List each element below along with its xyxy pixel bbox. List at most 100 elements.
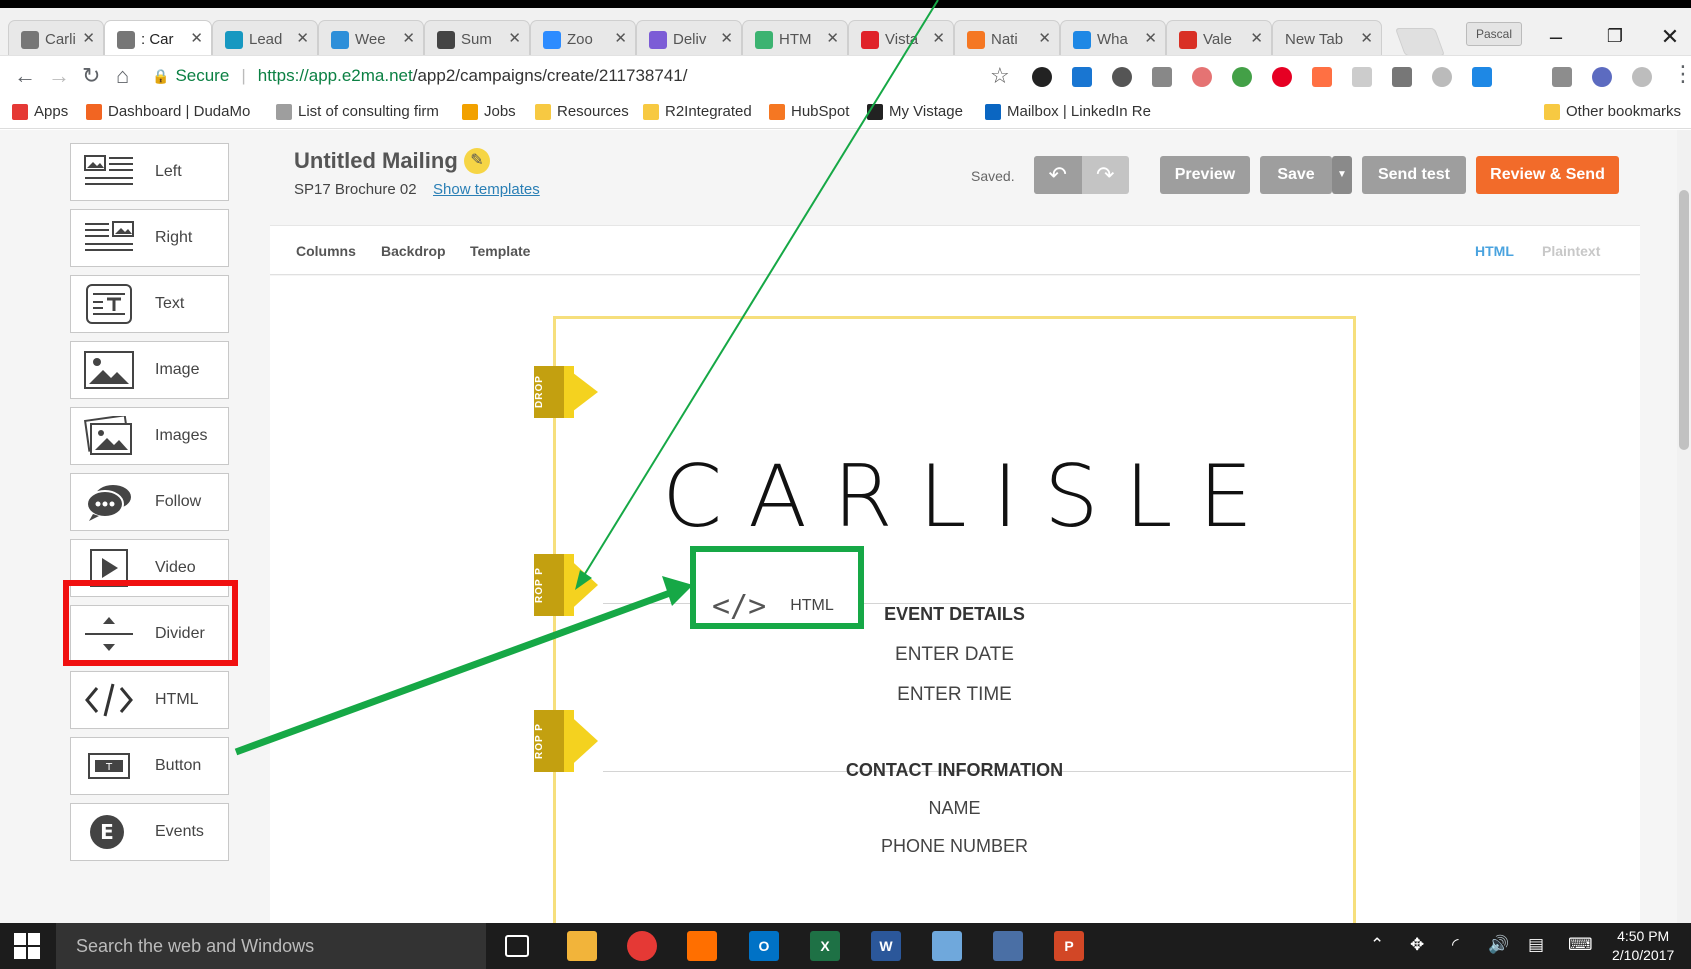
show-templates-link[interactable]: Show templates bbox=[433, 181, 540, 198]
browser-tab[interactable]: Lead ✕ bbox=[212, 20, 318, 58]
extension-icon[interactable] bbox=[1432, 67, 1452, 87]
tab-close-icon[interactable]: ✕ bbox=[508, 29, 521, 47]
powerpoint-icon[interactable]: P bbox=[1054, 931, 1084, 961]
browser-tab[interactable]: Wha ✕ bbox=[1060, 20, 1166, 58]
redo-icon[interactable]: ↷ bbox=[1082, 156, 1130, 194]
save-button[interactable]: Save bbox=[1260, 156, 1332, 194]
browser-tab[interactable]: Sum ✕ bbox=[424, 20, 530, 58]
keyboard-icon[interactable]: ⌨ bbox=[1568, 935, 1593, 955]
bookmark-item[interactable]: R2Integrated bbox=[643, 103, 752, 120]
download-extension-icon[interactable] bbox=[1072, 67, 1092, 87]
url-bar[interactable]: 🔒 Secure | https://app.e2ma.net/app2/cam… bbox=[152, 61, 1022, 91]
tab-html[interactable]: HTML bbox=[1475, 243, 1514, 259]
evernote-extension-icon[interactable] bbox=[1232, 67, 1252, 87]
tab-close-icon[interactable]: ✕ bbox=[932, 29, 945, 47]
extension-icon[interactable] bbox=[1552, 67, 1572, 87]
name-text[interactable]: NAME bbox=[553, 798, 1356, 819]
block-left[interactable]: Left bbox=[70, 143, 229, 201]
block-images[interactable]: Images bbox=[70, 407, 229, 465]
save-dropdown-icon[interactable]: ▼ bbox=[1332, 156, 1352, 194]
bookmark-item[interactable]: Apps bbox=[12, 103, 68, 120]
tab-backdrop[interactable]: Backdrop bbox=[381, 243, 446, 259]
browser-tab[interactable]: : Car ✕ bbox=[104, 20, 212, 58]
bookmark-item[interactable]: My Vistage bbox=[867, 103, 963, 120]
tab-close-icon[interactable]: ✕ bbox=[614, 29, 627, 47]
new-tab-button[interactable] bbox=[1394, 28, 1446, 56]
browser-tab[interactable]: Vale ✕ bbox=[1166, 20, 1272, 58]
block-html[interactable]: HTML bbox=[70, 671, 229, 729]
drop-zone[interactable]: DROP bbox=[534, 366, 614, 418]
browser-tab[interactable]: Wee ✕ bbox=[318, 20, 424, 58]
profile-button[interactable]: Pascal bbox=[1466, 22, 1522, 46]
system-clock[interactable]: 4:50 PM 2/10/2017 bbox=[1612, 927, 1674, 965]
send-test-button[interactable]: Send test bbox=[1362, 156, 1466, 194]
preview-button[interactable]: Preview bbox=[1160, 156, 1250, 194]
minimize-icon[interactable]: – bbox=[1536, 24, 1576, 50]
browser-tab[interactable]: Nati ✕ bbox=[954, 20, 1060, 58]
tray-up-icon[interactable]: ⌃ bbox=[1370, 935, 1384, 955]
browser-tab[interactable]: HTM ✕ bbox=[742, 20, 848, 58]
acrobat-icon[interactable] bbox=[687, 931, 717, 961]
app-icon[interactable] bbox=[993, 931, 1023, 961]
tab-close-icon[interactable]: ✕ bbox=[1360, 29, 1373, 47]
eyedropper-extension-icon[interactable] bbox=[1152, 67, 1172, 87]
bookmark-item[interactable]: Jobs bbox=[462, 103, 516, 120]
browser-tab[interactable]: Zoo ✕ bbox=[530, 20, 636, 58]
block-image[interactable]: Image bbox=[70, 341, 229, 399]
tab-close-icon[interactable]: ✕ bbox=[1250, 29, 1263, 47]
extension-icon[interactable] bbox=[1192, 67, 1212, 87]
bookmark-item[interactable]: Resources bbox=[535, 103, 629, 120]
back-icon[interactable]: ← bbox=[14, 63, 36, 89]
bookmark-star-icon[interactable]: ☆ bbox=[990, 63, 1010, 89]
browser-tab[interactable]: Deliv ✕ bbox=[636, 20, 742, 58]
reload-icon[interactable]: ↻ bbox=[82, 63, 100, 89]
extension-icon[interactable] bbox=[1512, 67, 1532, 87]
bookmark-item[interactable]: Dashboard | DudaMo bbox=[86, 103, 250, 120]
bookmark-item[interactable]: Mailbox | LinkedIn Re bbox=[985, 103, 1151, 120]
dropbox-icon[interactable]: ✥ bbox=[1410, 935, 1424, 955]
block-text[interactable]: Text bbox=[70, 275, 229, 333]
tab-close-icon[interactable]: ✕ bbox=[296, 29, 309, 47]
tab-close-icon[interactable]: ✕ bbox=[720, 29, 733, 47]
review-send-button[interactable]: Review & Send bbox=[1476, 156, 1619, 194]
tab-plaintext[interactable]: Plaintext bbox=[1542, 243, 1600, 259]
task-view-icon[interactable] bbox=[505, 935, 529, 957]
notifications-icon[interactable]: ▤ bbox=[1528, 935, 1544, 955]
restore-icon[interactable]: ❐ bbox=[1595, 26, 1635, 47]
undo-icon[interactable]: ↶ bbox=[1034, 156, 1082, 194]
volume-icon[interactable]: 🔊 bbox=[1488, 935, 1509, 955]
enter-time-text[interactable]: ENTER TIME bbox=[553, 684, 1356, 706]
extension-icon[interactable] bbox=[1032, 67, 1052, 87]
chrome-menu-icon[interactable]: ⋮ bbox=[1672, 61, 1691, 87]
forward-icon[interactable]: → bbox=[48, 63, 70, 89]
extension-icon[interactable] bbox=[1392, 67, 1412, 87]
browser-tab[interactable]: Carli ✕ bbox=[8, 20, 104, 58]
mailing-title[interactable]: Untitled Mailing bbox=[294, 148, 458, 174]
extension-icon[interactable] bbox=[1632, 67, 1652, 87]
browser-tab[interactable]: New Tab ✕ bbox=[1272, 20, 1382, 58]
enter-date-text[interactable]: ENTER DATE bbox=[553, 644, 1356, 666]
extension-icon[interactable] bbox=[1352, 67, 1372, 87]
tab-close-icon[interactable]: ✕ bbox=[190, 29, 203, 47]
file-explorer-icon[interactable] bbox=[567, 931, 597, 961]
tab-close-icon[interactable]: ✕ bbox=[1038, 29, 1051, 47]
other-bookmarks[interactable]: Other bookmarks bbox=[1544, 103, 1681, 120]
excel-icon[interactable]: X bbox=[810, 931, 840, 961]
chart-extension-icon[interactable] bbox=[1312, 67, 1332, 87]
tab-close-icon[interactable]: ✕ bbox=[82, 29, 95, 47]
tab-template[interactable]: Template bbox=[470, 243, 530, 259]
block-events[interactable]: E Events bbox=[70, 803, 229, 861]
block-follow[interactable]: Follow bbox=[70, 473, 229, 531]
extension-icon[interactable] bbox=[1112, 67, 1132, 87]
tab-columns[interactable]: Columns bbox=[296, 243, 356, 259]
wifi-icon[interactable]: ◜ bbox=[1452, 935, 1459, 955]
page-scrollbar[interactable] bbox=[1677, 130, 1691, 923]
extension-icon[interactable] bbox=[1592, 67, 1612, 87]
block-button[interactable]: T Button bbox=[70, 737, 229, 795]
bookmark-item[interactable]: List of consulting firm bbox=[276, 103, 439, 120]
app-icon[interactable] bbox=[932, 931, 962, 961]
phone-text[interactable]: PHONE NUMBER bbox=[553, 836, 1356, 857]
home-icon[interactable]: ⌂ bbox=[116, 63, 129, 89]
tab-close-icon[interactable]: ✕ bbox=[402, 29, 415, 47]
pencil-icon[interactable]: ✎ bbox=[464, 148, 490, 174]
